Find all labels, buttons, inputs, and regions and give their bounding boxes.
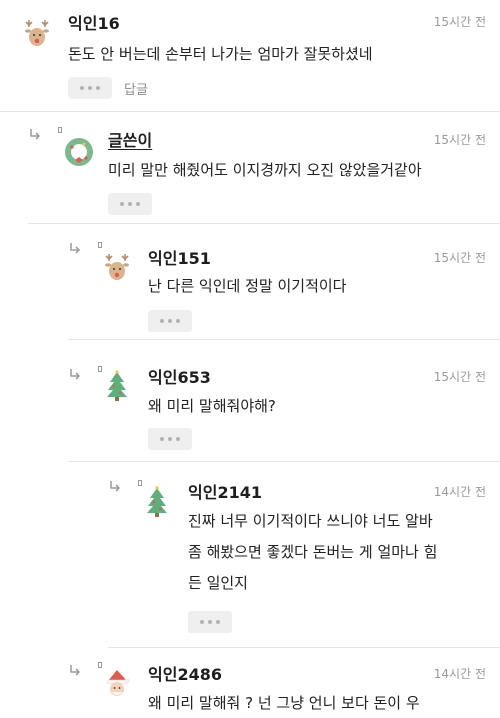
comment-text: 돈도 안 버는데 손부터 나가는 엄마가 잘못하셨네 — [68, 45, 373, 63]
comment-timestamp: 15시간 전 — [433, 15, 486, 29]
comment-timestamp: 15시간 전 — [433, 251, 486, 265]
comment-author[interactable]: 글쓴이 — [108, 127, 152, 151]
comment-item: 익인2141 14시간 전 진짜 너무 이기적이다 쓰니야 너도 알바 좀 해봤… — [0, 462, 500, 648]
reply-arrow-icon — [28, 128, 44, 142]
more-options-button[interactable] — [108, 193, 152, 215]
reply-arrow-icon — [68, 368, 84, 382]
comment-item: 익인151 15시간 전 난 다른 익인데 정말 이기적이다 — [0, 224, 500, 340]
comment-item: 익인16 15시간 전 돈도 안 버는데 손부터 나가는 엄마가 잘못하셨네 답… — [0, 0, 500, 112]
comment-text: 진짜 너무 이기적이다 쓰니야 너도 알바 좀 해봤으면 좋겠다 돈버는 게 얼… — [188, 512, 438, 592]
small-mark-icon — [98, 242, 102, 248]
comment-timestamp: 15시간 전 — [433, 133, 486, 147]
comment-timestamp: 14시간 전 — [433, 485, 486, 499]
comment-text: 미리 말만 해줬어도 이지경까지 오진 않았을거같아 — [108, 161, 422, 179]
more-options-button[interactable] — [148, 310, 192, 332]
comment-author[interactable]: 익인2141 — [188, 479, 262, 503]
comment-text: 왜 미리 말해줘 ? 넌 그냥 언니 보다 돈이 우 — [148, 694, 420, 712]
comment-text: 난 다른 익인데 정말 이기적이다 — [148, 277, 347, 295]
more-options-button[interactable] — [148, 428, 192, 450]
reply-arrow-icon — [108, 480, 124, 494]
comment-item: 글쓴이 15시간 전 미리 말만 해줬어도 이지경까지 오진 않았을거같아 — [0, 112, 500, 224]
reply-arrow-icon — [68, 664, 84, 678]
more-options-button[interactable] — [188, 611, 232, 633]
comment-author[interactable]: 익인653 — [148, 364, 211, 388]
reply-arrow-icon — [68, 242, 84, 256]
more-options-button[interactable] — [68, 77, 112, 99]
christmas-tree-icon — [140, 484, 174, 518]
comment-text: 왜 미리 말해줘야해? — [148, 397, 276, 415]
reindeer-icon — [20, 16, 54, 50]
comment-timestamp: 14시간 전 — [433, 667, 486, 681]
reindeer-icon — [100, 250, 134, 284]
comment-timestamp: 15시간 전 — [433, 370, 486, 384]
comment-author[interactable]: 익인151 — [148, 245, 211, 269]
santa-icon — [100, 666, 134, 700]
christmas-tree-icon — [100, 368, 134, 402]
comment-author[interactable]: 익인16 — [68, 10, 120, 34]
small-mark-icon — [58, 127, 62, 133]
wreath-icon — [62, 134, 96, 168]
reply-button[interactable]: 답글 — [124, 79, 148, 98]
comment-author[interactable]: 익인2486 — [148, 661, 222, 685]
comment-item: 익인653 15시간 전 왜 미리 말해줘야해? — [0, 340, 500, 462]
comment-item: 익인2486 14시간 전 왜 미리 말해줘 ? 넌 그냥 언니 보다 돈이 우 — [0, 648, 500, 718]
